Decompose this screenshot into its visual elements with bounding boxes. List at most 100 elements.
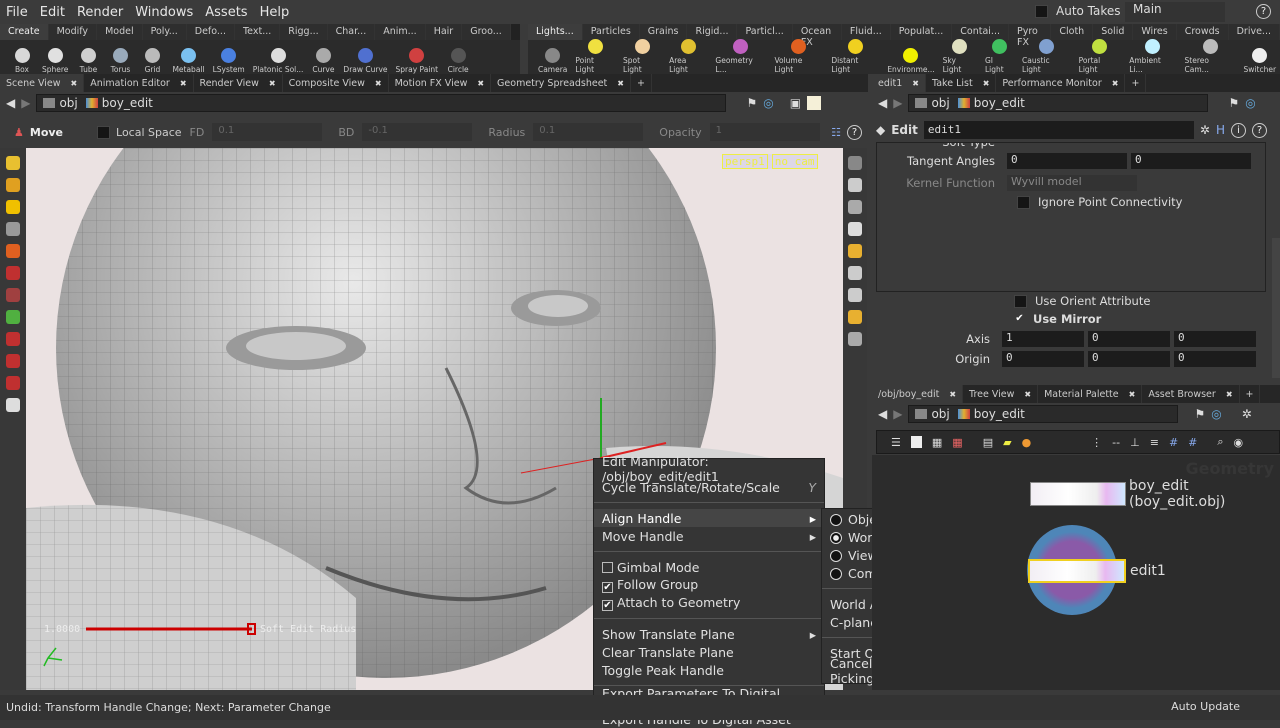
tangent-angle-2[interactable]: 0: [1131, 153, 1251, 169]
shelf-tool[interactable]: Portal Light: [1075, 39, 1126, 74]
origin-x[interactable]: 0: [1002, 351, 1084, 367]
close-tab-icon[interactable]: ✖: [269, 79, 276, 88]
shelf-tool[interactable]: Area Light: [665, 39, 711, 74]
grid2-icon[interactable]: #: [1188, 436, 1197, 449]
select-tool-icon[interactable]: [6, 156, 20, 170]
crumb-boy-edit[interactable]: boy_edit: [957, 96, 1025, 110]
menu-move-handle[interactable]: Move Handle ▸: [594, 527, 824, 545]
pane-tab[interactable]: Tree View ✖: [963, 385, 1039, 403]
close-tab-icon[interactable]: ✖: [617, 79, 624, 88]
pane-tab[interactable]: Take List ✖: [926, 74, 997, 92]
pane-tab[interactable]: Render View ✖: [194, 74, 283, 92]
menu-assets[interactable]: Assets: [199, 5, 253, 20]
move-tool-icon[interactable]: [6, 178, 20, 192]
info-icon[interactable]: i: [1230, 122, 1246, 138]
add-tab-icon[interactable]: +: [1240, 385, 1261, 403]
auto-takes-checkbox[interactable]: [1035, 4, 1048, 18]
paint-tool-icon[interactable]: [6, 266, 20, 280]
param-scrollbar[interactable]: [1272, 238, 1280, 378]
add-tab-icon[interactable]: +: [631, 74, 652, 92]
shelf-tool[interactable]: Camera: [534, 48, 571, 74]
display-icon[interactable]: [848, 200, 862, 214]
shelf-tab[interactable]: Particl...: [737, 24, 793, 40]
use-orient-checkbox[interactable]: [1014, 294, 1027, 308]
shelf-tab[interactable]: Model: [97, 24, 143, 40]
menu-help[interactable]: Help: [254, 5, 296, 20]
lock-icon[interactable]: [848, 178, 862, 192]
opacity-field[interactable]: 1: [709, 123, 820, 141]
menu-windows[interactable]: Windows: [129, 5, 199, 20]
image-icon[interactable]: ▦: [932, 436, 942, 449]
shelf-tool[interactable]: Draw Curve: [339, 48, 391, 74]
shelf-tab[interactable]: Lights...: [528, 24, 583, 40]
menu-gimbal-mode[interactable]: Gimbal Mode: [594, 558, 824, 576]
magnet-tool-icon[interactable]: [6, 332, 20, 346]
shelf-tool[interactable]: Stereo Cam...: [1181, 39, 1240, 74]
forward-icon[interactable]: ▶: [893, 407, 902, 421]
radius-field[interactable]: 0.1: [533, 123, 644, 141]
shelf-tool[interactable]: Switcher: [1240, 48, 1280, 74]
shelf-tab[interactable]: Populat...: [890, 24, 953, 40]
shelf-tab[interactable]: Contai...: [952, 24, 1009, 40]
network-editor[interactable]: Geometry boy_edit (boy_edit.obj) edit1: [872, 455, 1280, 690]
pin-icon[interactable]: ⚑: [746, 96, 757, 110]
back-icon[interactable]: ◀: [6, 96, 15, 110]
link-icon[interactable]: ◎: [763, 96, 773, 110]
tangent-angle-1[interactable]: 0: [1007, 153, 1127, 169]
shelf-tab[interactable]: Ocean FX: [792, 24, 842, 48]
shelf-tool[interactable]: Sphere: [38, 48, 72, 74]
tool-settings-icon[interactable]: ☷: [831, 126, 841, 139]
drag-tool-icon[interactable]: [6, 376, 20, 390]
node-edit1[interactable]: [1028, 559, 1126, 583]
back-icon[interactable]: ◀: [878, 96, 887, 110]
crumb-obj[interactable]: obj: [43, 96, 78, 110]
shelf-tool[interactable]: Metaball: [168, 48, 208, 74]
shelf-tool[interactable]: Circle: [442, 48, 474, 74]
shelf-tab[interactable]: Text...: [234, 24, 281, 40]
node-boy-edit[interactable]: [1030, 482, 1126, 506]
help-icon[interactable]: ?: [1251, 122, 1267, 138]
shelf-tab[interactable]: Defo...: [186, 24, 235, 40]
distribute-icon[interactable]: ≡: [1150, 436, 1159, 449]
prims-icon[interactable]: [848, 332, 862, 346]
shelf-tool[interactable]: Platonic Sol...: [249, 48, 308, 74]
take-selector[interactable]: Main: [1125, 2, 1225, 22]
shelf-tab[interactable]: Fluid...: [841, 24, 891, 40]
menu-edit-manipulator[interactable]: Edit Manipulator: /obj/boy_edit/edit1: [594, 454, 824, 484]
shelf-tab[interactable]: Groo...: [462, 24, 511, 40]
shelf-tool[interactable]: Spot Light: [619, 39, 665, 74]
use-mirror-checkbox[interactable]: ✔: [1014, 313, 1025, 325]
gear-icon[interactable]: ✲: [1242, 407, 1252, 421]
normals-icon[interactable]: [848, 288, 862, 302]
houdini-help-icon[interactable]: H: [1216, 123, 1225, 137]
forward-icon[interactable]: ▶: [893, 96, 902, 110]
shelf-tool[interactable]: LSystem: [209, 48, 249, 74]
pane-tab[interactable]: Animation Editor ✖: [84, 74, 194, 92]
shelf-tab[interactable]: Cloth: [1051, 24, 1094, 40]
shelf-tab[interactable]: Wires: [1133, 24, 1177, 40]
edit-tool-icon[interactable]: [6, 310, 20, 324]
close-tab-icon[interactable]: ✖: [1024, 390, 1031, 399]
layout-icon[interactable]: [807, 96, 822, 110]
help-icon[interactable]: ?: [1256, 4, 1271, 19]
close-tab-icon[interactable]: ✖: [912, 79, 919, 88]
shading-icon[interactable]: [848, 222, 862, 236]
crumb-obj[interactable]: obj: [915, 96, 950, 110]
shelf-tab[interactable]: Solid: [1093, 24, 1134, 40]
pane-tab[interactable]: /obj/boy_edit ✖: [872, 385, 964, 403]
shelf-tool[interactable]: GI Light: [981, 39, 1018, 74]
auto-update-button[interactable]: Auto Update: [1171, 700, 1240, 713]
box-icon[interactable]: ●: [1022, 436, 1032, 449]
camera-lock-menu[interactable]: no cam: [771, 154, 818, 169]
shelf-tab[interactable]: Rigid...: [687, 24, 738, 40]
pane-tab[interactable]: Performance Monitor ✖: [996, 74, 1126, 92]
axis-z[interactable]: 0: [1174, 331, 1256, 347]
shelf-tab[interactable]: Hair: [425, 24, 463, 40]
pin-icon[interactable]: ⚑: [1194, 407, 1205, 421]
eye-icon[interactable]: ◉: [1234, 436, 1244, 449]
camera-tool-icon[interactable]: [6, 398, 20, 412]
snap-icon[interactable]: ⊥: [1130, 436, 1140, 449]
close-tab-icon[interactable]: ✖: [375, 79, 382, 88]
move-tool-icon[interactable]: ♟: [14, 126, 24, 139]
light-icon[interactable]: [848, 244, 862, 258]
